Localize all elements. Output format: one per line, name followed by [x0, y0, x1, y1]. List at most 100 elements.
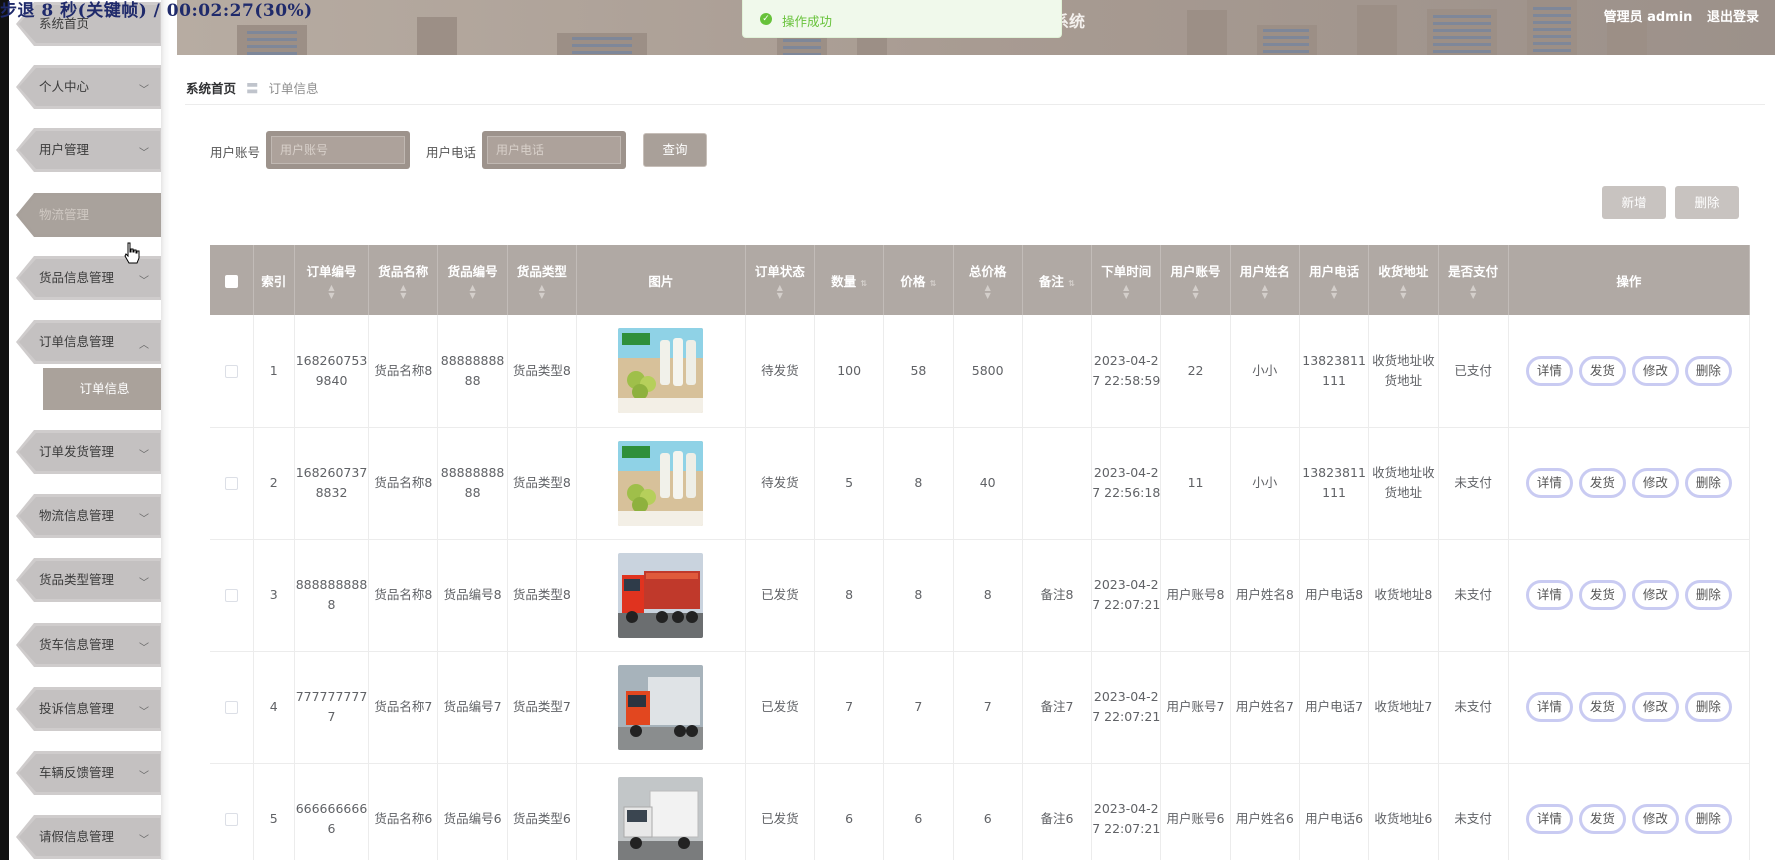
- ship-button[interactable]: 发货: [1578, 804, 1626, 834]
- sort-icon[interactable]: ▲ ▼: [1231, 283, 1299, 300]
- cell-order-no: 8888888888: [294, 539, 370, 651]
- column-header-sortable[interactable]: 货品名称 ▲ ▼: [368, 245, 439, 315]
- sort-icon[interactable]: ▲ ▼: [508, 283, 576, 300]
- cell-goods-name: 货品名称8: [368, 427, 439, 539]
- delete-button[interactable]: 删除: [1684, 468, 1732, 498]
- cell-goods-name: 货品名称7: [368, 651, 439, 763]
- phone-search-input[interactable]: [487, 136, 621, 164]
- sort-icon[interactable]: ▲ ▼: [954, 283, 1022, 300]
- sidebar-item-personal[interactable]: 个人中心 ﹀: [16, 65, 161, 109]
- breadcrumb-home[interactable]: 系统首页: [186, 81, 236, 96]
- sidebar-item-vehicle-feedback[interactable]: 车辆反馈管理 ﹀: [16, 751, 161, 795]
- edit-button[interactable]: 修改: [1631, 580, 1679, 610]
- cell-goods-code: 货品编号8: [437, 539, 508, 651]
- column-header-sortable[interactable]: 用户账号 ▲ ▼: [1160, 245, 1231, 315]
- table-row: 2 1682607378832 货品名称8 8888888888 货品类型8 待…: [210, 427, 1750, 539]
- column-header-sortable[interactable]: 总价格 ▲ ▼: [953, 245, 1023, 315]
- sidebar-item-logistics[interactable]: 物流管理: [16, 193, 161, 237]
- column-header-sortable[interactable]: 订单状态 ▲ ▼: [745, 245, 815, 315]
- detail-button[interactable]: 详情: [1525, 468, 1573, 498]
- sidebar-item-label: 请假信息管理: [39, 829, 115, 844]
- row-checkbox[interactable]: [224, 589, 238, 602]
- row-checkbox[interactable]: [224, 813, 238, 826]
- sort-icon[interactable]: ▲ ▼: [746, 283, 814, 300]
- sidebar-item-shipping[interactable]: 订单发货管理 ﹀: [16, 430, 161, 474]
- delete-button[interactable]: 删除: [1684, 580, 1732, 610]
- cell-goods-code: 货品编号7: [437, 651, 508, 763]
- select-all-checkbox[interactable]: [224, 274, 238, 288]
- detail-button[interactable]: 详情: [1525, 692, 1573, 722]
- sort-icon[interactable]: ▲ ▼: [369, 283, 437, 300]
- chevron-down-icon: ﹀: [139, 835, 149, 846]
- chevron-down-icon: ﹀: [139, 85, 149, 96]
- sort-icon[interactable]: ▲ ▼: [295, 283, 368, 300]
- sidebar-item-trucks[interactable]: 货车信息管理 ﹀: [16, 623, 161, 667]
- select-all-checkbox-cell[interactable]: [210, 245, 254, 315]
- column-header-sortable[interactable]: 下单时间 ▲ ▼: [1091, 245, 1162, 315]
- column-header-sortable[interactable]: 用户电话 ▲ ▼: [1299, 245, 1370, 315]
- cell-goods-code: 货品编号6: [437, 763, 508, 860]
- logout-link[interactable]: 退出登录: [1707, 10, 1759, 25]
- sort-icon[interactable]: ▲ ▼: [1161, 283, 1229, 300]
- chevron-down-icon: ﹀: [139, 276, 149, 287]
- ship-button[interactable]: 发货: [1578, 580, 1626, 610]
- sidebar-item-complaints[interactable]: 投诉信息管理 ﹀: [16, 687, 161, 731]
- column-header-sortable[interactable]: 订单编号 ▲ ▼: [294, 245, 370, 315]
- submenu-item-order-info[interactable]: 订单信息: [43, 368, 161, 410]
- sort-icon[interactable]: ▲ ▼: [1092, 283, 1160, 300]
- cell-price: 8: [883, 539, 954, 651]
- query-button[interactable]: 查询: [643, 133, 707, 167]
- sidebar-item-logistics-info[interactable]: 物流信息管理 ﹀: [16, 494, 161, 538]
- divider: [185, 104, 1765, 105]
- column-header-sortable[interactable]: 价格 ⇅: [883, 245, 954, 315]
- cell-index: 2: [253, 427, 295, 539]
- column-header-sortable[interactable]: 货品类型 ▲ ▼: [507, 245, 578, 315]
- account-search-input[interactable]: [271, 136, 405, 164]
- cell-address: 收货地址6: [1368, 763, 1439, 860]
- column-header-sortable[interactable]: 数量 ⇅: [814, 245, 885, 315]
- edit-button[interactable]: 修改: [1631, 468, 1679, 498]
- edit-button[interactable]: 修改: [1631, 804, 1679, 834]
- cell-paid: 已支付: [1438, 315, 1509, 427]
- edit-button[interactable]: 修改: [1631, 355, 1679, 386]
- sidebar-item-leave[interactable]: 请假信息管理 ﹀: [16, 815, 161, 859]
- sidebar-item-orders[interactable]: 订单信息管理 ︿: [16, 320, 161, 364]
- cell-status: 待发货: [745, 315, 815, 427]
- column-header-sortable[interactable]: 是否支付 ▲ ▼: [1438, 245, 1509, 315]
- ship-button[interactable]: 发货: [1578, 355, 1626, 386]
- cell-address: 收货地址8: [1368, 539, 1439, 651]
- add-button[interactable]: 新增: [1602, 186, 1666, 219]
- row-checkbox[interactable]: [224, 364, 238, 378]
- delete-button[interactable]: 删除: [1684, 804, 1732, 834]
- sort-icon[interactable]: ⇅: [1068, 279, 1075, 288]
- column-header-sortable[interactable]: 用户姓名 ▲ ▼: [1230, 245, 1300, 315]
- column-header-sortable[interactable]: 备注 ⇅: [1022, 245, 1093, 315]
- ship-button[interactable]: 发货: [1578, 468, 1626, 498]
- delete-button[interactable]: 删除: [1684, 692, 1732, 722]
- cell-image: [576, 763, 746, 860]
- sidebar-item-users[interactable]: 用户管理 ﹀: [16, 128, 161, 172]
- sort-icon[interactable]: ▲ ▼: [438, 283, 506, 300]
- column-header-sortable[interactable]: 货品编号 ▲ ▼: [437, 245, 508, 315]
- cell-phone: 13823811111: [1299, 427, 1370, 539]
- sidebar-item-label: 货品类型管理: [39, 572, 115, 587]
- sort-icon[interactable]: ⇅: [930, 279, 937, 288]
- batch-delete-button[interactable]: 删除: [1675, 186, 1739, 219]
- sort-icon[interactable]: ▲ ▼: [1439, 283, 1508, 300]
- sidebar-item-label: 投诉信息管理: [39, 701, 115, 716]
- sort-icon[interactable]: ▲ ▼: [1300, 283, 1368, 300]
- row-checkbox[interactable]: [224, 477, 238, 490]
- sort-icon[interactable]: ▲ ▼: [1369, 283, 1437, 300]
- sort-icon[interactable]: ⇅: [860, 279, 867, 288]
- cell-order-no: 1682607539840: [294, 315, 370, 427]
- sidebar-item-goods-type[interactable]: 货品类型管理 ﹀: [16, 558, 161, 602]
- edit-button[interactable]: 修改: [1631, 692, 1679, 722]
- delete-button[interactable]: 删除: [1684, 355, 1732, 386]
- ship-button[interactable]: 发货: [1578, 692, 1626, 722]
- row-checkbox[interactable]: [224, 701, 238, 714]
- column-header-sortable[interactable]: 收货地址 ▲ ▼: [1368, 245, 1439, 315]
- detail-button[interactable]: 详情: [1525, 580, 1573, 610]
- detail-button[interactable]: 详情: [1525, 804, 1573, 834]
- cell-operations: 详情 发货 修改 删除: [1508, 539, 1750, 651]
- detail-button[interactable]: 详情: [1525, 355, 1573, 386]
